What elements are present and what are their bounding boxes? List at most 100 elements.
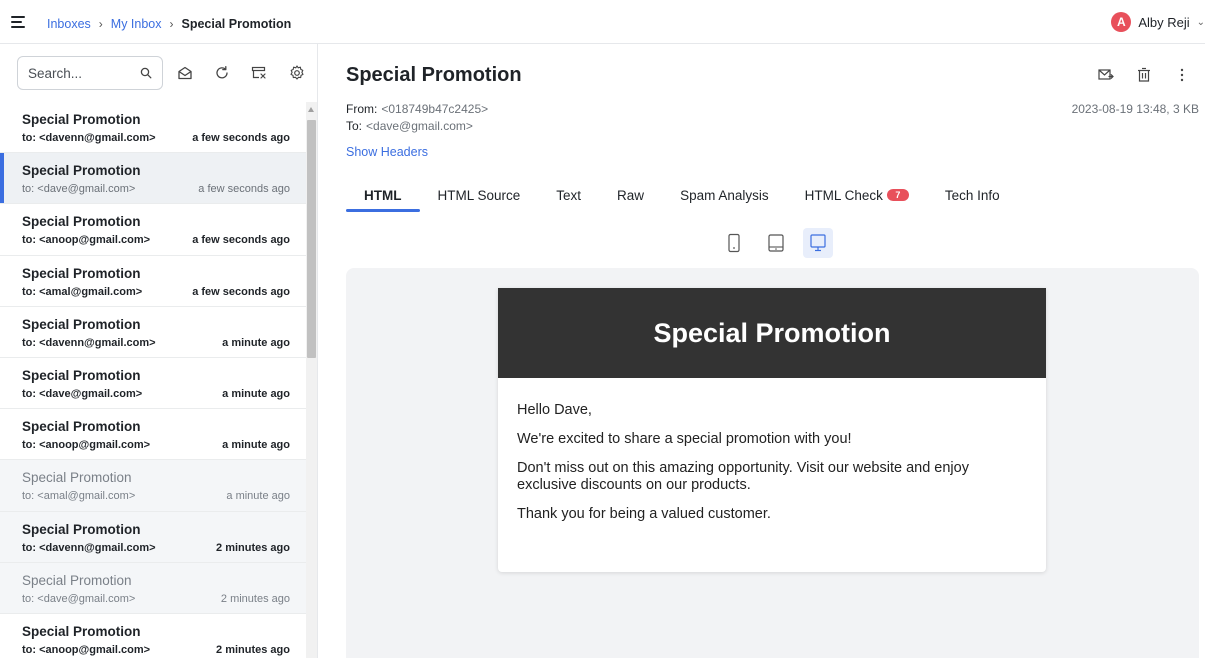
message-subject: Special Promotion <box>22 470 132 486</box>
list-item[interactable]: Special Promotion to: <amal@gmail.com> a … <box>0 460 306 512</box>
message-subject: Special Promotion <box>22 419 141 435</box>
scroll-thumb[interactable] <box>307 120 316 358</box>
phone-icon <box>728 233 740 253</box>
search-toolbar <box>17 56 317 90</box>
message-time: 2 minutes ago <box>216 643 290 656</box>
to-label: To: <box>346 119 363 133</box>
tab-label: Tech Info <box>944 187 1000 203</box>
mark-read-icon[interactable] <box>176 64 194 82</box>
message-subject: Special Promotion <box>22 316 141 332</box>
message-recipient: to: <amal@gmail.com> <box>22 490 136 503</box>
page-title: Special Promotion <box>346 64 522 86</box>
scroll-up-icon[interactable] <box>308 107 314 112</box>
message-view: Special Promotion From: <018749b47c2425> … <box>319 44 1205 658</box>
message-subject: Special Promotion <box>22 572 132 588</box>
message-subject: Special Promotion <box>22 367 141 383</box>
tab-label: Text <box>556 187 582 203</box>
list-item[interactable]: Special Promotion to: <davenn@gmail.com>… <box>0 306 306 358</box>
from-line: From: <018749b47c2425> <box>346 102 488 116</box>
email-paragraph: Don't miss out on this amazing opportuni… <box>517 460 969 493</box>
avatar[interactable]: A <box>1111 12 1132 32</box>
message-recipient: to: <davenn@gmail.com> <box>22 541 156 554</box>
list-item[interactable]: Special Promotion to: <dave@gmail.com> 2 … <box>0 562 306 614</box>
list-item[interactable]: Special Promotion to: <anoop@gmail.com> a… <box>0 409 306 461</box>
tab-label: HTML <box>364 187 402 203</box>
menu-icon[interactable] <box>11 16 25 28</box>
to-address: <dave@gmail.com> <box>366 119 473 133</box>
list-item[interactable]: Special Promotion to: <anoop@gmail.com> a… <box>0 204 306 256</box>
mobile-view-button[interactable] <box>719 228 749 258</box>
tab-html[interactable]: HTML <box>346 180 420 212</box>
from-address: <018749b47c2425> <box>381 102 489 116</box>
message-list-scrollbar[interactable] <box>306 102 317 658</box>
email-header: Special Promotion <box>498 288 1046 378</box>
message-time: a minute ago <box>222 387 290 400</box>
device-switcher <box>719 228 833 258</box>
message-time: 2 minutes ago <box>216 541 290 554</box>
tab-label: HTML Check <box>804 187 883 203</box>
list-item[interactable]: Special Promotion to: <dave@gmail.com> a … <box>0 153 306 205</box>
list-item[interactable]: Special Promotion to: <amal@gmail.com> a … <box>0 255 306 307</box>
message-time: 2 minutes ago <box>220 592 290 605</box>
breadcrumb-separator-icon: › <box>98 17 103 31</box>
list-item[interactable]: Special Promotion to: <davenn@gmail.com>… <box>0 102 306 154</box>
breadcrumb-inboxes[interactable]: Inboxes <box>47 17 91 31</box>
html-check-count-badge: 7 <box>886 189 909 201</box>
message-time: a minute ago <box>226 490 290 503</box>
tab-raw[interactable]: Raw <box>599 180 662 210</box>
list-item[interactable]: Special Promotion to: <davenn@gmail.com>… <box>0 511 306 563</box>
tab-html-check[interactable]: HTML Check 7 <box>787 180 927 210</box>
message-recipient: to: <anoop@gmail.com> <box>22 234 151 247</box>
desktop-icon <box>810 234 826 252</box>
message-recipient: to: <dave@gmail.com> <box>22 183 136 196</box>
message-time: a minute ago <box>222 439 290 452</box>
delete-all-icon[interactable] <box>250 64 268 82</box>
html-preview: Special Promotion Hello Dave, We're exci… <box>346 268 1199 658</box>
tab-label: Raw <box>617 187 645 203</box>
forward-icon[interactable] <box>1097 66 1115 84</box>
breadcrumb-my-inbox[interactable]: My Inbox <box>111 17 162 31</box>
gear-icon[interactable] <box>288 64 306 82</box>
message-subject: Special Promotion <box>22 623 141 639</box>
message-recipient: to: <dave@gmail.com> <box>22 592 136 605</box>
message-recipient: to: <anoop@gmail.com> <box>22 439 151 452</box>
message-list: Special Promotion to: <davenn@gmail.com>… <box>0 102 306 658</box>
user-name[interactable]: Alby Reji <box>1138 15 1189 30</box>
breadcrumb-current: Special Promotion <box>181 17 292 31</box>
email-body: Hello Dave, We're excited to share a spe… <box>498 378 1046 523</box>
message-recipient: to: <anoop@gmail.com> <box>22 643 151 656</box>
message-time: a few seconds ago <box>192 234 290 247</box>
tab-label: Spam Analysis <box>680 187 769 203</box>
from-label: From: <box>346 102 378 116</box>
email-greeting: Hello Dave, <box>517 402 592 418</box>
search-box[interactable] <box>17 56 163 90</box>
search-icon[interactable] <box>140 67 152 79</box>
message-subject: Special Promotion <box>22 214 141 230</box>
tab-tech-info[interactable]: Tech Info <box>927 180 1018 210</box>
email-paragraph: Thank you for being a valued customer. <box>517 506 771 522</box>
message-actions <box>1097 66 1191 84</box>
breadcrumb: Inboxes › My Inbox › Special Promotion <box>47 17 291 31</box>
message-time: a few seconds ago <box>192 285 290 298</box>
message-time: a minute ago <box>222 336 290 349</box>
refresh-icon[interactable] <box>213 64 231 82</box>
list-item[interactable]: Special Promotion to: <dave@gmail.com> a … <box>0 357 306 410</box>
tab-spam-analysis[interactable]: Spam Analysis <box>662 180 787 210</box>
show-headers-link[interactable]: Show Headers <box>346 145 428 159</box>
tab-text[interactable]: Text <box>538 180 599 210</box>
to-line: To: <dave@gmail.com> <box>346 119 473 133</box>
message-recipient: to: <davenn@gmail.com> <box>22 336 156 349</box>
desktop-view-button[interactable] <box>803 228 833 258</box>
email-header-title: Special Promotion <box>653 317 891 348</box>
list-item[interactable]: Special Promotion to: <anoop@gmail.com> 2… <box>0 613 306 658</box>
more-vertical-icon[interactable] <box>1173 66 1191 84</box>
email-card: Special Promotion Hello Dave, We're exci… <box>498 288 1046 572</box>
tab-html-source[interactable]: HTML Source <box>420 180 539 210</box>
chevron-down-icon[interactable]: ⌄ <box>1197 17 1205 28</box>
trash-icon[interactable] <box>1135 66 1153 84</box>
tablet-view-button[interactable] <box>761 228 791 258</box>
search-input[interactable] <box>28 65 128 81</box>
email-paragraph: We're excited to share a special promoti… <box>517 431 852 447</box>
tablet-icon <box>768 234 784 252</box>
user-menu[interactable]: A Alby Reji ⌄ <box>1111 12 1205 32</box>
